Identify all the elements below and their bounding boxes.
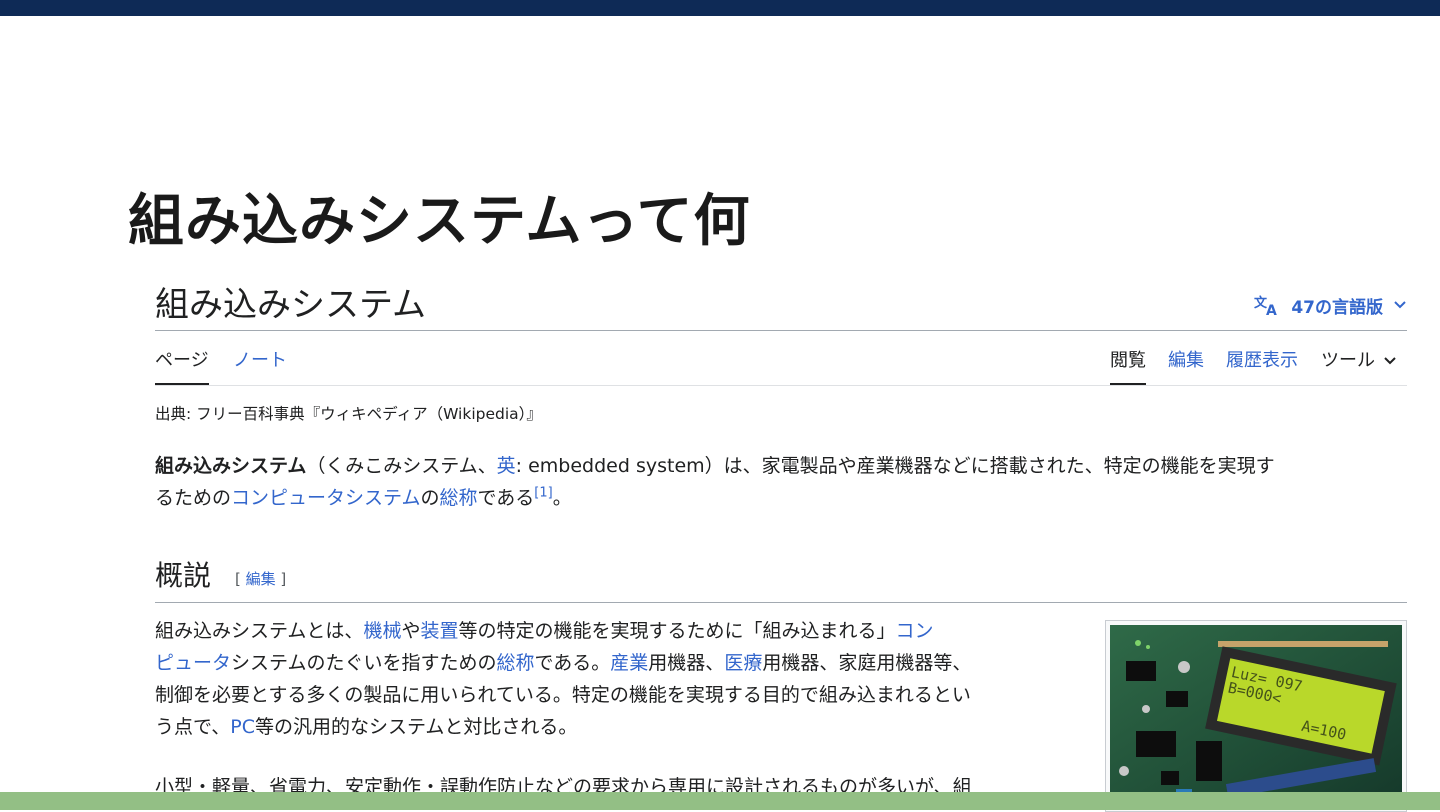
bracket: ] (275, 570, 287, 588)
language-count-label: 47の言語版 (1291, 297, 1383, 318)
text-run: 制御を必要とする多くの製品に用いられている。特定の機能を実現する目的で組み込まれ… (155, 684, 971, 706)
text-run: の (420, 487, 440, 509)
translate-icon: 文 A (1254, 295, 1277, 317)
section-edit-link[interactable]: 編集 (246, 570, 276, 588)
tools-menu[interactable]: ツール (1321, 349, 1397, 373)
text-run: である (477, 487, 535, 509)
link-industry[interactable]: 産業 (610, 652, 648, 674)
article-subject: 組み込みシステム (155, 455, 307, 477)
link-device[interactable]: 装置 (420, 620, 458, 642)
text-run: 用機器、 (648, 652, 725, 674)
link-machine[interactable]: 機械 (363, 620, 401, 642)
section-header-overview: 概説 [ 編集 ] (155, 558, 1407, 603)
text-run: 組み込みシステムとは、 (155, 620, 364, 642)
link-generic-name[interactable]: 総称 (439, 487, 477, 509)
text-run: システムのたぐいを指すための (231, 652, 497, 674)
reference-link[interactable]: [1] (534, 486, 552, 501)
section-edit: [ 編集 ] (235, 568, 286, 589)
tab-history[interactable]: 履歴表示 (1226, 349, 1298, 373)
intro-paragraph: 組み込みシステム（くみこみシステム、英: embedded system）は、家… (155, 450, 1407, 514)
text-run: （くみこみシステム、 (306, 455, 497, 477)
circuit-board-illustration: Luz= 097 B=000< A=100 (1110, 625, 1402, 807)
chevron-down-icon (1384, 357, 1396, 365)
page-tabs: ページ ノート 閲覧 編集 履歴表示 ツール (155, 331, 1407, 386)
article-header: 組み込みシステム 文 A 47の言語版 (155, 280, 1407, 331)
chevron-down-icon (1394, 301, 1406, 309)
tab-edit[interactable]: 編集 (1168, 349, 1204, 373)
text-run: である。 (534, 652, 611, 674)
section-title: 概説 (155, 559, 212, 592)
overview-paragraph: 組み込みシステムとは、機械や装置等の特定の機能を実現するために「組み込まれる」コ… (155, 615, 1075, 743)
link-pc[interactable]: PC (230, 716, 255, 738)
link-computer[interactable]: ピュータ (155, 652, 231, 674)
source-line: 出典: フリー百科事典『ウィキペディア（Wikipedia）』 (155, 405, 542, 423)
slide-bottom-bar (0, 792, 1440, 810)
bracket: [ (235, 570, 246, 588)
embedded-board-image[interactable]: Luz= 097 B=000< A=100 (1105, 620, 1407, 812)
link-computer[interactable]: コン (896, 620, 934, 642)
text-run: 。 (552, 487, 572, 509)
link-english[interactable]: 英 (497, 455, 516, 477)
link-computer-system[interactable]: コンピュータシステム (231, 487, 420, 509)
tab-read[interactable]: 閲覧 (1110, 349, 1146, 385)
text-run: う点で、 (155, 716, 231, 738)
link-generic-name[interactable]: 総称 (496, 652, 534, 674)
text-run: や (401, 620, 421, 642)
article-title: 組み込みシステム (155, 285, 426, 325)
text-run: : embedded system）は、家電製品や産業機器などに搭載された、特定… (515, 455, 1275, 477)
text-run: 用機器、家庭用機器等、 (762, 652, 972, 674)
slide-title: 組み込みシステムって何 (128, 189, 751, 254)
tab-talk[interactable]: ノート (233, 349, 287, 373)
language-button[interactable]: 文 A 47の言語版 (1253, 292, 1407, 318)
text-run: 等の特定の機能を実現するために「組み込まれる」 (458, 620, 896, 642)
svg-text:A: A (1266, 303, 1277, 317)
tools-label: ツール (1321, 350, 1375, 371)
wikipedia-screenshot: 組み込みシステム 文 A 47の言語版 ページ ノート 閲覧 編集 履歴表示 ツ… (155, 280, 1407, 812)
link-medical[interactable]: 医療 (724, 652, 762, 674)
slide-top-bar (0, 0, 1440, 16)
text-run: るための (155, 487, 232, 509)
tab-page[interactable]: ページ (155, 349, 209, 385)
text-run: 等の汎用的なシステムと対比される。 (254, 716, 578, 738)
